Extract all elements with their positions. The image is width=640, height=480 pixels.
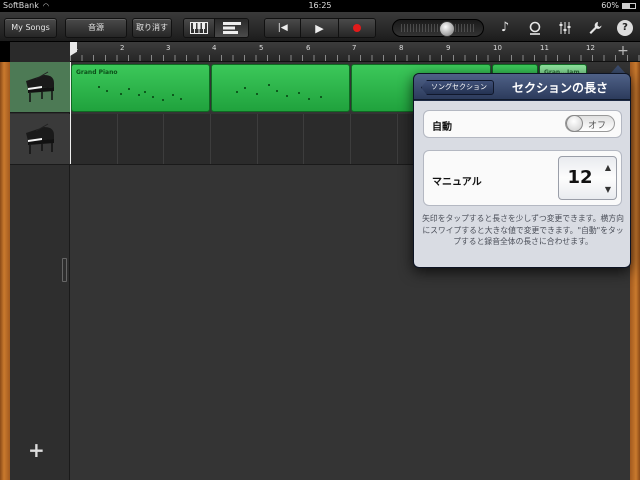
- status-time: 16:25: [308, 1, 332, 10]
- battery-icon: [622, 2, 636, 9]
- toolbar: My Songs 音源 取り消す |◀ ▶ ♪ ?: [0, 12, 640, 42]
- keyboard-icon: [190, 22, 209, 34]
- play-icon: ▶: [315, 21, 324, 35]
- section-length-popover: ソングセクション セクションの長さ 自動 オフ マニュアル 12 ▲ ▼ 矢印を…: [413, 73, 631, 268]
- record-icon: [352, 24, 361, 32]
- track-header-piano-2[interactable]: [10, 114, 70, 165]
- length-value: 12: [567, 167, 593, 188]
- popover-help-text: 矢印をタップすると長さを少しずつ変更できます。横方向にスワイプすると大きな値で変…: [422, 214, 624, 246]
- grand-piano-icon: [26, 123, 54, 154]
- right-wood-panel: [630, 62, 640, 480]
- auto-cell: 自動 オフ: [423, 110, 622, 138]
- undo-button[interactable]: 取り消す: [132, 18, 172, 38]
- track-header-piano-1[interactable]: [10, 62, 70, 113]
- tracks-view-icon: [222, 22, 241, 34]
- add-section-button[interactable]: +: [614, 44, 632, 60]
- region-grand-piano[interactable]: [211, 64, 350, 112]
- master-volume-slider[interactable]: [392, 19, 484, 37]
- ruler-measure: 2: [120, 44, 125, 52]
- loop-browser-icon[interactable]: [527, 21, 543, 39]
- ruler-measure: 3: [166, 44, 171, 52]
- song-section-back-button[interactable]: ソングセクション: [421, 80, 494, 95]
- region-grand-piano[interactable]: Grand Piano: [71, 64, 210, 112]
- rewind-icon: |◀: [277, 23, 288, 33]
- ruler-measure: 11: [540, 44, 549, 52]
- timeline-ruler[interactable]: 1 2 3 4 5 6 7 8 9 10 11 12: [70, 42, 640, 62]
- ruler-measure: 8: [399, 44, 404, 52]
- auto-toggle[interactable]: オフ: [565, 115, 615, 132]
- note-settings-icon[interactable]: ♪: [497, 21, 513, 35]
- status-bar: SoftBank ◠ 16:25 60%: [0, 0, 640, 12]
- ruler-measure: 9: [446, 44, 451, 52]
- view-switcher: [183, 18, 249, 38]
- transport-controls: |◀ ▶: [264, 18, 376, 38]
- auto-label: 自動: [432, 122, 452, 133]
- length-stepper[interactable]: 12 ▲ ▼: [558, 156, 617, 200]
- manual-cell: マニュアル 12 ▲ ▼: [423, 150, 622, 206]
- decrement-arrow-icon[interactable]: ▼: [605, 185, 611, 194]
- rewind-button[interactable]: |◀: [265, 19, 302, 37]
- popover-body: 自動 オフ マニュアル 12 ▲ ▼ 矢印をタップすると長さを少しずつ変更できま…: [414, 101, 630, 267]
- keyboard-view-button[interactable]: [184, 19, 216, 37]
- track-resize-handle[interactable]: [62, 258, 67, 282]
- ruler-measure: 6: [306, 44, 311, 52]
- mixer-icon[interactable]: [557, 21, 573, 39]
- ruler-measure: 5: [259, 44, 264, 52]
- battery-area: 60%: [601, 0, 636, 12]
- ruler-measure: 10: [493, 44, 502, 52]
- tracks-view-button[interactable]: [215, 19, 248, 37]
- auto-toggle-state: オフ: [588, 121, 607, 131]
- manual-label: マニュアル: [432, 177, 482, 188]
- record-button[interactable]: [338, 19, 375, 37]
- help-icon[interactable]: ?: [617, 20, 633, 36]
- popover-header: ソングセクション セクションの長さ: [414, 74, 630, 100]
- add-track-button[interactable]: +: [28, 440, 45, 460]
- volume-knob[interactable]: [439, 21, 455, 37]
- region-label: Grand Piano: [76, 69, 118, 76]
- ruler-measure: 4: [212, 44, 217, 52]
- grand-piano-icon: [26, 71, 54, 102]
- my-songs-button[interactable]: My Songs: [4, 18, 57, 38]
- popover-title: セクションの長さ: [511, 81, 608, 95]
- wrench-icon[interactable]: [587, 21, 603, 39]
- play-button[interactable]: ▶: [301, 19, 339, 37]
- ruler-measure: 7: [352, 44, 357, 52]
- battery-percent: 60%: [601, 1, 619, 10]
- sound-source-button[interactable]: 音源: [65, 18, 127, 38]
- ruler-measure: 12: [586, 44, 595, 52]
- left-wood-panel: [0, 62, 10, 480]
- increment-arrow-icon[interactable]: ▲: [605, 163, 611, 172]
- playhead-line: [70, 62, 71, 164]
